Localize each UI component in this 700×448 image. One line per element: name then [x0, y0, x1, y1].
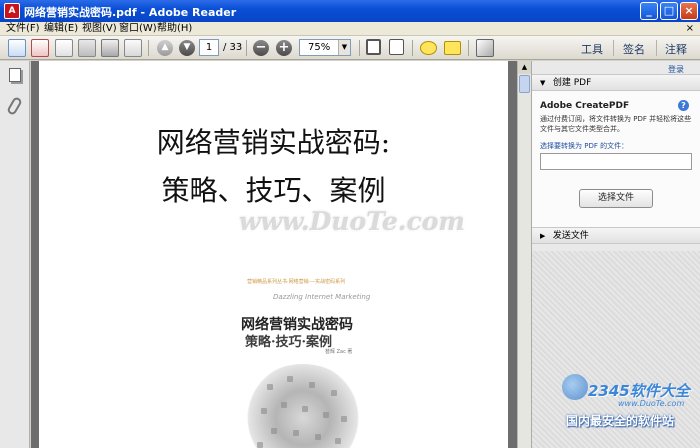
edit-icon[interactable] [55, 39, 73, 57]
file-input[interactable] [540, 153, 692, 170]
zoom-value: 75% [308, 42, 331, 53]
fit-page-icon[interactable] [389, 39, 404, 55]
toolbar-separator [148, 40, 149, 56]
chevron-down-icon[interactable]: ▼ [338, 40, 350, 55]
tab-sign[interactable]: 签名 [623, 41, 645, 57]
collapsed-triangle-icon: ▶ [540, 232, 546, 240]
pdf-page: 网络营销实战密码: 策略、技巧、案例 营销精品系列丛书·网络营销·—实战密码系列… [39, 61, 508, 448]
choose-file-button[interactable]: 选择文件 [579, 189, 653, 208]
menu-bar: 文件(F) 编辑(E) 视图(V) 窗口(W) 帮助(H) × [0, 22, 700, 36]
print-icon[interactable] [101, 39, 119, 57]
menu-edit[interactable]: 编辑(E) [44, 22, 78, 36]
fit-width-icon[interactable] [366, 39, 381, 55]
page-thumbnails-icon[interactable] [9, 68, 21, 82]
highlight-icon[interactable] [444, 41, 461, 55]
comment-icon[interactable] [420, 41, 437, 55]
scroll-thumb[interactable] [519, 75, 530, 93]
cover-subtitle: 策略·技巧·案例 [245, 335, 333, 350]
tab-separator [656, 40, 657, 56]
overlay-brand: 2345软件大全 [588, 382, 690, 400]
page-total: / 33 [223, 42, 243, 53]
document-title-line1: 网络营销实战密码: [156, 126, 391, 159]
page-number-input[interactable]: 1 [199, 39, 219, 56]
create-pdf-icon[interactable] [31, 39, 49, 57]
toolbar-separator [412, 40, 413, 56]
close-button[interactable]: × [680, 2, 698, 20]
menu-view[interactable]: 视图(V) [82, 22, 117, 36]
toolbar-separator [246, 40, 247, 56]
zoom-select[interactable]: 75% ▼ [299, 39, 351, 56]
overlay-url: www.DuoTe.com [618, 399, 685, 408]
create-pdf-description: 通过付费订阅，将文件转换为 PDF 并轻松将这些文件与其它文件类型合并。 [540, 115, 692, 133]
bird-logo-icon [562, 374, 588, 400]
send-files-header[interactable]: ▶ 发送文件 [532, 227, 700, 244]
create-pdf-header[interactable]: ▼ 创建 PDF [532, 74, 700, 91]
toolbar-separator [468, 40, 469, 56]
window-title: 网络营销实战密码.pdf - Adobe Reader [24, 6, 237, 19]
create-pdf-section: Adobe CreatePDF ? 通过付费订阅，将文件转换为 PDF 并轻松将… [532, 91, 700, 231]
document-view[interactable]: 网络营销实战密码: 策略、技巧、案例 营销精品系列丛书·网络营销·—实战密码系列… [31, 61, 517, 448]
vertical-scrollbar[interactable]: ▲ [517, 61, 531, 448]
minimize-button[interactable]: _ [640, 2, 658, 20]
tab-separator [613, 40, 614, 56]
fullscreen-icon[interactable] [476, 39, 494, 57]
document-title-line2: 策略、技巧、案例 [161, 174, 386, 207]
menu-help[interactable]: 帮助(H) [157, 22, 192, 36]
toolbar-separator [359, 40, 360, 56]
create-pdf-title: Adobe CreatePDF [540, 101, 630, 111]
email-icon[interactable] [124, 39, 142, 57]
next-page-icon[interactable]: ▼ [179, 40, 195, 56]
maximize-button[interactable]: □ [660, 2, 678, 20]
save-icon[interactable] [78, 39, 96, 57]
send-files-header-label: 发送文件 [552, 231, 589, 241]
document-close-icon[interactable]: × [686, 22, 694, 36]
cover-subtitle-en: Dazzling Internet Marketing [273, 293, 371, 301]
book-cover: 营销精品系列丛书·网络营销·—实战密码系列 Dazzling Internet … [233, 264, 393, 448]
tab-comment[interactable]: 注释 [665, 41, 687, 57]
title-bar: A 网络营销实战密码.pdf - Adobe Reader _ □ × [0, 0, 700, 22]
overlay-slogan: 国内最安全的软件站 [566, 414, 675, 428]
navigation-pane [0, 61, 30, 448]
duote-watermark: www.DuoTe.com [239, 207, 465, 236]
scroll-up-icon[interactable]: ▲ [518, 61, 531, 74]
previous-page-icon[interactable]: ▲ [157, 40, 173, 56]
cover-author: 昝辉 Zac 著 [325, 349, 353, 355]
help-icon[interactable]: ? [678, 100, 689, 111]
site-logo-overlay: 2345软件大全 www.DuoTe.com 国内最安全的软件站 [560, 372, 700, 448]
cover-collage-image [247, 364, 359, 448]
open-icon[interactable] [8, 39, 26, 57]
create-pdf-header-label: 创建 PDF [552, 78, 592, 88]
cover-series: 营销精品系列丛书·网络营销·—实战密码系列 [247, 279, 346, 285]
toolbar: ▲ ▼ 1 / 33 − + 75% ▼ 工具 签名 注释 [0, 36, 700, 60]
menu-window[interactable]: 窗口(W) [119, 22, 157, 36]
attachment-icon[interactable] [6, 95, 23, 117]
adobe-reader-icon: A [4, 3, 20, 19]
zoom-out-button[interactable]: − [253, 40, 269, 56]
select-file-label: 选择要转换为 PDF 的文件： [540, 142, 629, 150]
menu-file[interactable]: 文件(F) [6, 22, 40, 36]
zoom-in-button[interactable]: + [276, 40, 292, 56]
expanded-triangle-icon: ▼ [540, 79, 546, 87]
tab-tools[interactable]: 工具 [581, 41, 603, 57]
